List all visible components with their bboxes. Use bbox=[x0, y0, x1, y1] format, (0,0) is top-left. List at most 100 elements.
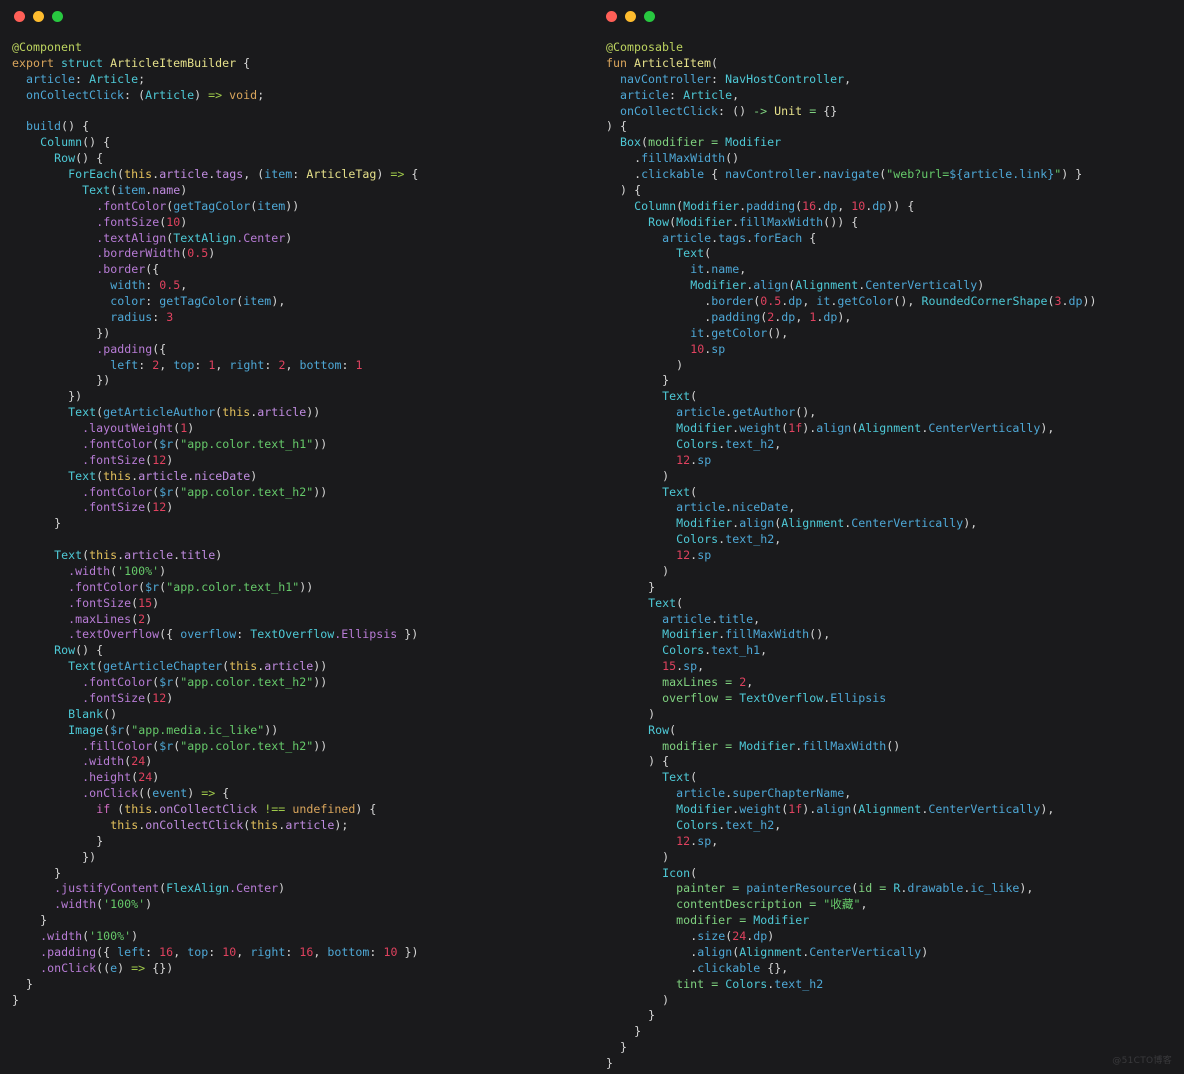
code-line: .clickable { navController.navigate("web… bbox=[634, 167, 1083, 181]
code-line: ) bbox=[648, 706, 656, 721]
code-line: Row() { bbox=[54, 151, 104, 166]
code-line: .maxLines(2) bbox=[68, 611, 153, 626]
code-line: Row(Modifier.fillMaxWidth()) { bbox=[648, 214, 859, 229]
code-line: build() { bbox=[26, 119, 90, 134]
code-line: .fontColor(getTagColor(item)) bbox=[96, 198, 300, 213]
code-line: Text(this.article.niceDate) bbox=[68, 468, 258, 483]
code-line: @Component bbox=[12, 40, 83, 54]
screenshot-root: ↟ @Componentexport struct ArticleItemBui… bbox=[0, 0, 1184, 1074]
code-line: Row( bbox=[648, 722, 677, 737]
code-line: 12.sp bbox=[676, 452, 712, 467]
close-icon[interactable] bbox=[14, 11, 25, 22]
code-line: if (this.onCollectClick !== undefined) { bbox=[96, 802, 377, 816]
code-line: .fontColor($r("app.color.text_h1")) bbox=[68, 579, 314, 594]
code-line: Modifier.weight(1f).align(Alignment.Cent… bbox=[676, 421, 1055, 435]
code-line: .justifyContent(FlexAlign.Center) bbox=[54, 881, 286, 896]
code-line: Text(getArticleChapter(this.article)) bbox=[68, 659, 328, 674]
code-line: }) bbox=[82, 849, 97, 864]
code-line: .fontColor($r("app.color.text_h2")) bbox=[82, 675, 328, 689]
code-line: } bbox=[40, 913, 48, 928]
code-line: .fontSize(12) bbox=[82, 690, 174, 705]
code-line: .fontSize(10) bbox=[96, 214, 188, 229]
code-line: Row() { bbox=[54, 643, 104, 658]
right-code-panel: @Composable fun ArticleItem( navControlle… bbox=[592, 0, 1184, 1074]
code-line: }) bbox=[68, 389, 83, 404]
code-line: Modifier.align(Alignment.CenterVerticall… bbox=[690, 278, 985, 293]
code-line: } bbox=[648, 579, 656, 594]
minimize-icon[interactable] bbox=[33, 11, 44, 22]
code-line: 15.sp, bbox=[662, 659, 705, 674]
code-line: .size(24.dp) bbox=[690, 929, 775, 943]
code-line: Colors.text_h2, bbox=[676, 436, 782, 451]
code-line: } bbox=[662, 373, 670, 388]
code-line: ) { bbox=[606, 119, 628, 134]
code-line: onCollectClick: () -> Unit = {} bbox=[620, 103, 838, 118]
code-line: 10.sp bbox=[690, 341, 726, 356]
right-window-controls[interactable] bbox=[606, 11, 655, 22]
zoom-icon[interactable] bbox=[52, 11, 63, 22]
code-line: color: getTagColor(item), bbox=[110, 294, 286, 308]
code-line: Box(modifier = Modifier bbox=[620, 135, 782, 150]
code-line: painter = painterResource(id = R.drawabl… bbox=[676, 881, 1034, 896]
code-line: ) bbox=[662, 992, 670, 1007]
code-line: } bbox=[634, 1024, 642, 1039]
code-line: ForEach(this.article.tags, (item: Articl… bbox=[68, 167, 419, 181]
code-line: onCollectClick: (Article) => void; bbox=[26, 87, 265, 102]
code-line: modifier = Modifier bbox=[676, 913, 810, 928]
code-line: ) bbox=[676, 357, 684, 372]
code-line: } bbox=[620, 1040, 628, 1055]
code-line: Column(Modifier.padding(16.dp, 10.dp)) { bbox=[634, 198, 915, 213]
code-line: overflow = TextOverflow.Ellipsis bbox=[662, 690, 887, 705]
code-line: Column() { bbox=[40, 135, 111, 150]
code-line: } bbox=[648, 1008, 656, 1023]
code-line: 12.sp, bbox=[676, 833, 719, 848]
code-line: contentDescription = "收藏", bbox=[676, 897, 868, 912]
code-line: .padding({ left: 16, top: 10, right: 16,… bbox=[40, 944, 419, 959]
code-line: ) { bbox=[648, 754, 670, 769]
code-line: .border({ bbox=[96, 262, 160, 277]
code-line: Text( bbox=[662, 770, 698, 785]
left-code-content: @Component export struct ArticleItemBuild… bbox=[12, 40, 592, 1008]
code-line: article: Article; bbox=[26, 71, 146, 86]
code-line: .layoutWeight(1) bbox=[82, 421, 195, 435]
code-line: } bbox=[12, 992, 20, 1007]
minimize-icon[interactable] bbox=[625, 11, 636, 22]
code-line: Icon( bbox=[662, 865, 698, 880]
code-line: ) bbox=[662, 563, 670, 578]
code-line: Text( bbox=[648, 595, 684, 610]
close-icon[interactable] bbox=[606, 11, 617, 22]
code-line: } bbox=[54, 516, 62, 531]
code-line: Text( bbox=[662, 389, 698, 404]
code-line: } bbox=[54, 865, 62, 880]
code-line: Colors.text_h2, bbox=[676, 532, 782, 547]
code-line: article.title, bbox=[662, 611, 761, 626]
code-line: .padding(2.dp, 1.dp), bbox=[704, 309, 852, 324]
code-line: .width('100%') bbox=[68, 563, 167, 578]
code-line: radius: 3 bbox=[110, 309, 174, 324]
code-line: Text(this.article.title) bbox=[54, 548, 223, 562]
code-line: .clickable {}, bbox=[690, 960, 789, 975]
code-line: article.niceDate, bbox=[676, 500, 796, 515]
code-line: fun ArticleItem( bbox=[606, 55, 719, 70]
code-line: Image($r("app.media.ic_like")) bbox=[68, 722, 279, 737]
code-line: export struct ArticleItemBuilder { bbox=[12, 55, 251, 70]
left-window-controls[interactable] bbox=[14, 11, 63, 22]
code-line: tint = Colors.text_h2 bbox=[676, 976, 824, 991]
zoom-icon[interactable] bbox=[644, 11, 655, 22]
code-line: .padding({ bbox=[96, 341, 167, 356]
code-line: .width('100%') bbox=[54, 897, 153, 912]
code-line: Text(item.name) bbox=[82, 182, 188, 197]
watermark: @51CTO博客 bbox=[1112, 1056, 1172, 1066]
code-line: it.name, bbox=[690, 262, 747, 277]
code-line: .fontColor($r("app.color.text_h2")) bbox=[82, 484, 328, 499]
code-line: article: Article, bbox=[620, 87, 740, 102]
code-line: @Composable bbox=[606, 40, 684, 54]
code-line: it.getColor(), bbox=[690, 325, 789, 340]
code-line: .textAlign(TextAlign.Center) bbox=[96, 230, 293, 245]
code-line: .height(24) bbox=[82, 770, 160, 785]
code-line: } bbox=[26, 976, 34, 991]
code-line: } bbox=[606, 1056, 614, 1070]
code-line: ) bbox=[662, 468, 670, 483]
